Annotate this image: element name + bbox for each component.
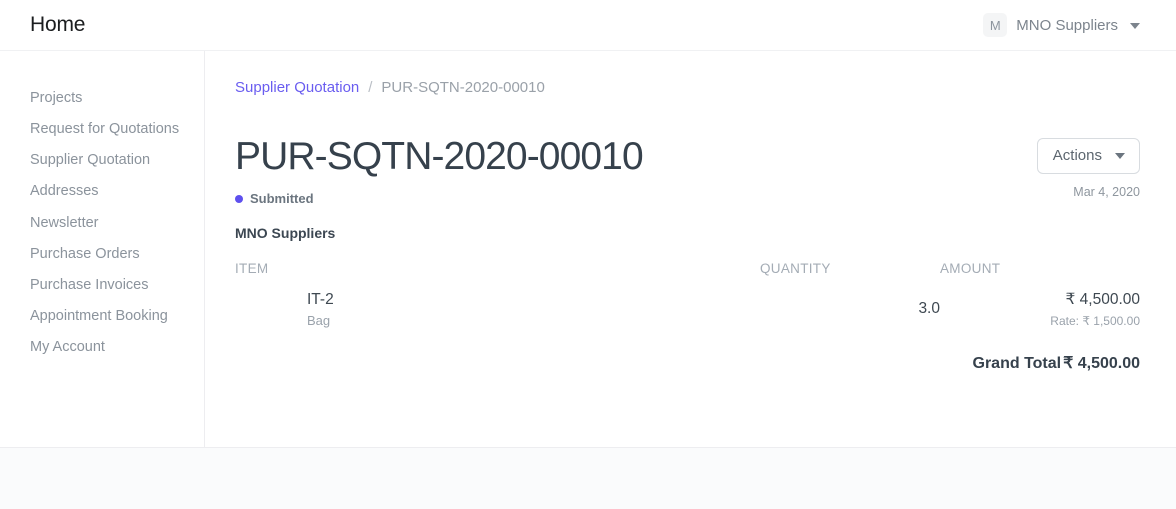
- sidebar-item-appointment-booking[interactable]: Appointment Booking: [0, 301, 204, 332]
- document-title-block: PUR-SQTN-2020-00010 Submitted: [235, 134, 644, 206]
- item-quantity: 3.0: [918, 300, 940, 318]
- supplier-name: MNO Suppliers: [235, 225, 336, 242]
- document-actions-block: Actions Mar 4, 2020: [1036, 134, 1140, 199]
- column-header-amount: AMOUNT: [940, 261, 1001, 277]
- status-badge: Submitted: [235, 191, 643, 206]
- item-amount: ₹ 4,500.00: [1065, 291, 1140, 309]
- sidebar: Projects Request for Quotations Supplier…: [0, 51, 205, 447]
- user-menu-label: MNO Suppliers: [1016, 16, 1118, 34]
- chevron-down-icon: [1130, 23, 1140, 29]
- grand-total-row: Grand Total ₹ 4,500.00: [235, 353, 1141, 373]
- breadcrumb: Supplier Quotation / PUR-SQTN-2020-00010: [235, 79, 1140, 96]
- item-code: IT-2: [307, 291, 334, 309]
- item-rate: Rate: ₹ 1,500.00: [1050, 314, 1140, 329]
- actions-button-label: Actions: [1052, 147, 1102, 164]
- items-table-head: ITEM QUANTITY AMOUNT: [235, 261, 1140, 290]
- breadcrumb-parent-link[interactable]: Supplier Quotation: [235, 79, 359, 96]
- page-title: PUR-SQTN-2020-00010: [235, 135, 644, 178]
- status-dot-icon: [235, 194, 243, 203]
- column-header-quantity: QUANTITY: [760, 261, 831, 277]
- column-header-item: ITEM: [235, 261, 269, 277]
- document-header: PUR-SQTN-2020-00010 Submitted Actions Ma…: [235, 134, 1140, 206]
- main-content: Supplier Quotation / PUR-SQTN-2020-00010…: [205, 51, 1176, 447]
- page-shell: Projects Request for Quotations Supplier…: [0, 51, 1176, 448]
- user-menu[interactable]: M MNO Suppliers: [983, 13, 1140, 37]
- top-navbar: Home M MNO Suppliers: [0, 0, 1176, 51]
- sidebar-item-my-account[interactable]: My Account: [0, 332, 204, 363]
- sidebar-item-purchase-invoices[interactable]: Purchase Invoices: [0, 270, 204, 301]
- table-header-row: ITEM QUANTITY AMOUNT: [235, 261, 1140, 290]
- grand-total-value: ₹ 4,500.00: [1063, 355, 1140, 373]
- item-uom: Bag: [307, 313, 331, 329]
- grand-total-label: Grand Total: [972, 355, 1062, 373]
- sidebar-item-addresses[interactable]: Addresses: [0, 176, 204, 207]
- document-date: Mar 4, 2020: [1073, 185, 1140, 199]
- cell-quantity: 3.0: [760, 290, 940, 328]
- cell-item: IT-2 Bag: [235, 290, 760, 328]
- sidebar-item-purchase-orders[interactable]: Purchase Orders: [0, 239, 204, 270]
- table-row: IT-2 Bag 3.0 ₹ 4,500.00 Rate: ₹ 1,500.00: [235, 290, 1140, 328]
- sidebar-item-request-for-quotations[interactable]: Request for Quotations: [0, 114, 204, 145]
- brand-home-link[interactable]: Home: [30, 13, 85, 37]
- sidebar-item-projects[interactable]: Projects: [0, 83, 204, 114]
- caret-down-icon: [1115, 153, 1125, 159]
- items-table: ITEM QUANTITY AMOUNT IT-2 Bag 3.0 ₹ 4,50…: [235, 261, 1140, 328]
- items-table-body: IT-2 Bag 3.0 ₹ 4,500.00 Rate: ₹ 1,500.00: [235, 290, 1140, 328]
- cell-amount: ₹ 4,500.00 Rate: ₹ 1,500.00: [940, 290, 1140, 328]
- avatar: M: [983, 13, 1008, 37]
- actions-button[interactable]: Actions: [1036, 138, 1140, 174]
- status-label: Submitted: [250, 191, 314, 207]
- sidebar-item-newsletter[interactable]: Newsletter: [0, 208, 204, 239]
- breadcrumb-separator: /: [368, 79, 373, 96]
- sidebar-item-supplier-quotation[interactable]: Supplier Quotation: [0, 145, 204, 176]
- breadcrumb-current: PUR-SQTN-2020-00010: [381, 79, 545, 96]
